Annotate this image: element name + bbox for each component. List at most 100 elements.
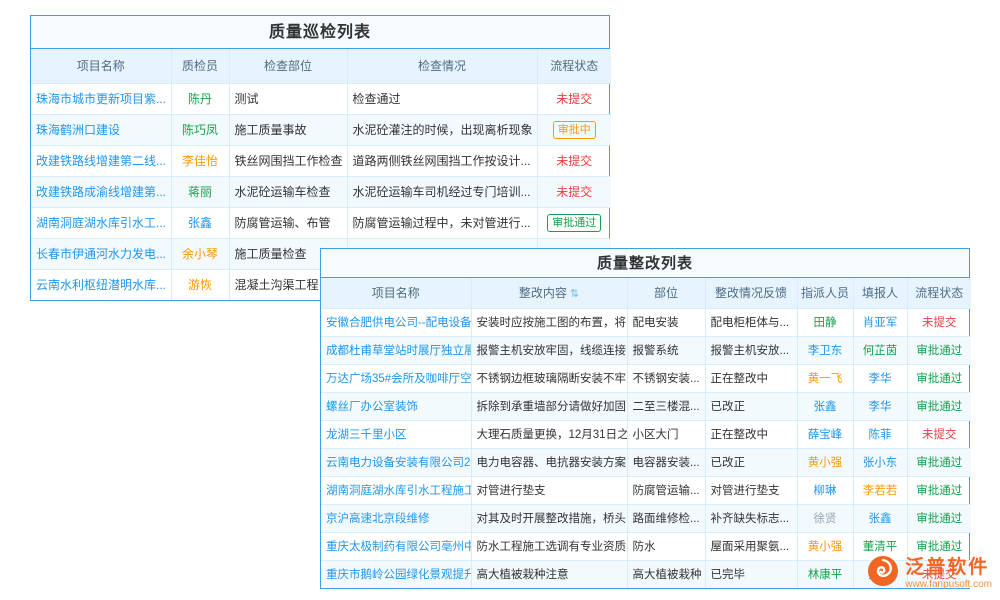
column-header[interactable]: 流程状态 xyxy=(907,278,971,308)
feedback-cell: 已完毕 xyxy=(705,560,797,588)
reporter-cell[interactable]: 张小东 xyxy=(853,448,907,476)
project-name-cell[interactable]: 湖南洞庭湖水库引水工程施工... xyxy=(321,476,471,504)
inspector-cell[interactable]: 陈丹 xyxy=(171,83,229,114)
assignee-cell[interactable]: 薛宝峰 xyxy=(797,420,853,448)
rectification-table-body: 安徽合肥供电公司--配电设备...安装时应按施工图的布置，将...配电安装配电柜… xyxy=(321,308,971,588)
inspector-cell[interactable]: 余小琴 xyxy=(171,238,229,269)
assignee-cell[interactable]: 黄小强 xyxy=(797,532,853,560)
screen: 质量巡检列表 项目名称质检员检查部位检查情况流程状态 珠海市城市更新项目紫...… xyxy=(0,0,1000,600)
project-name-cell[interactable]: 改建铁路线增建第二线... xyxy=(31,145,171,176)
project-name-cell[interactable]: 珠海鹤洲口建设 xyxy=(31,114,171,145)
reporter-cell[interactable]: 肖亚军 xyxy=(853,308,907,336)
project-name-cell[interactable]: 京沪高速北京段维修 xyxy=(321,504,471,532)
reporter-cell[interactable]: 张鑫 xyxy=(853,504,907,532)
project-name-cell[interactable]: 云南水利枢纽潜明水库... xyxy=(31,269,171,300)
reporter-cell[interactable]: 李若若 xyxy=(853,476,907,504)
assignee-cell[interactable]: 柳琳 xyxy=(797,476,853,504)
status-cell: 审批通过 xyxy=(907,364,971,392)
inspector-cell[interactable]: 张鑫 xyxy=(171,207,229,238)
part-cell: 二至三楼混... xyxy=(627,392,705,420)
inspector-cell[interactable]: 李佳怡 xyxy=(171,145,229,176)
feedback-cell: 屋面采用聚氨... xyxy=(705,532,797,560)
column-header[interactable]: 检查情况 xyxy=(347,49,537,83)
project-name-cell[interactable]: 珠海市城市更新项目紫... xyxy=(31,83,171,114)
assignee-cell[interactable]: 徐贤 xyxy=(797,504,853,532)
table-row: 湖南洞庭湖水库引水工...张鑫防腐管运输、布管防腐管运输过程中，未对管进行...… xyxy=(31,207,611,238)
rectify-content-cell: 不锈钢边框玻璃隔断安装不牢... xyxy=(471,364,627,392)
assignee-cell[interactable]: 张鑫 xyxy=(797,392,853,420)
part-cell: 防腐管运输... xyxy=(627,476,705,504)
assignee-cell[interactable]: 林康平 xyxy=(797,560,853,588)
check-part-cell: 防腐管运输、布管 xyxy=(229,207,347,238)
column-header-label: 检查情况 xyxy=(418,59,466,73)
project-name-cell[interactable]: 螺丝厂办公室装饰 xyxy=(321,392,471,420)
reporter-cell[interactable]: 陈菲 xyxy=(853,420,907,448)
status-cell: 审批中 xyxy=(537,114,611,145)
logo-url: www.fanpusoft.com xyxy=(905,579,992,591)
rectify-content-cell: 大理石质量更换，12月31日之... xyxy=(471,420,627,448)
column-header-label: 检查部位 xyxy=(264,59,312,73)
project-name-cell[interactable]: 改建铁路成渝线增建第... xyxy=(31,176,171,207)
assignee-cell[interactable]: 李卫东 xyxy=(797,336,853,364)
column-header[interactable]: 指派人员 xyxy=(797,278,853,308)
status-cell: 审批通过 xyxy=(907,392,971,420)
rectify-content-cell: 对管进行垫支 xyxy=(471,476,627,504)
status-cell: 未提交 xyxy=(907,420,971,448)
column-header-label: 项目名称 xyxy=(372,286,420,300)
column-header-label: 部位 xyxy=(654,286,678,300)
check-part-cell: 施工质量事故 xyxy=(229,114,347,145)
table-row: 龙湖三千里小区大理石质量更换，12月31日之...小区大门正在整改中薛宝峰陈菲未… xyxy=(321,420,971,448)
table-row: 京沪高速北京段维修对其及时开展整改措施，桥头...路面维修检...补齐缺失标志.… xyxy=(321,504,971,532)
column-header[interactable]: 整改情况反馈 xyxy=(705,278,797,308)
column-header[interactable]: 部位 xyxy=(627,278,705,308)
inspector-cell[interactable]: 陈巧凤 xyxy=(171,114,229,145)
check-part-cell: 水泥砼运输车检查 xyxy=(229,176,347,207)
part-cell: 不锈钢安装... xyxy=(627,364,705,392)
table-row: 改建铁路线增建第二线...李佳怡铁丝网围挡工作检查道路两侧铁丝网围挡工作按设计.… xyxy=(31,145,611,176)
reporter-cell[interactable]: 李华 xyxy=(853,392,907,420)
column-header-label: 质检员 xyxy=(182,59,218,73)
rectify-content-cell: 高大植被栽种注意 xyxy=(471,560,627,588)
column-header[interactable]: 整改内容⇅ xyxy=(471,278,627,308)
part-cell: 小区大门 xyxy=(627,420,705,448)
rectification-table: 项目名称 整改内容⇅ 部位 整改情况反馈指派人员填报人流程状态 安徽合肥供电公司--配… xyxy=(321,278,971,588)
table-row: 珠海鹤洲口建设陈巧凤施工质量事故水泥砼灌注的时候，出现离析现象审批中 xyxy=(31,114,611,145)
assignee-cell[interactable]: 田静 xyxy=(797,308,853,336)
table-row: 成都杜甫草堂站时展厅独立展...报警主机安放牢固，线缆连接...报警系统报警主机… xyxy=(321,336,971,364)
assignee-cell[interactable]: 黄一飞 xyxy=(797,364,853,392)
table-row: 安徽合肥供电公司--配电设备...安装时应按施工图的布置，将...配电安装配电柜… xyxy=(321,308,971,336)
fanpu-logo-icon xyxy=(867,555,899,592)
project-name-cell[interactable]: 重庆太极制药有限公司亳州中... xyxy=(321,532,471,560)
project-name-cell[interactable]: 湖南洞庭湖水库引水工... xyxy=(31,207,171,238)
assignee-cell[interactable]: 黄小强 xyxy=(797,448,853,476)
inspector-cell[interactable]: 蒋丽 xyxy=(171,176,229,207)
project-name-cell[interactable]: 长春市伊通河水力发电... xyxy=(31,238,171,269)
table-row: 湖南洞庭湖水库引水工程施工...对管进行垫支防腐管运输...对管进行垫支柳琳李若… xyxy=(321,476,971,504)
column-header[interactable]: 项目名称 xyxy=(321,278,471,308)
inspector-cell[interactable]: 游恢 xyxy=(171,269,229,300)
feedback-cell: 已改正 xyxy=(705,392,797,420)
column-header[interactable]: 流程状态 xyxy=(537,49,611,83)
rectify-content-cell: 电力电容器、电抗器安装方案... xyxy=(471,448,627,476)
column-header[interactable]: 检查部位 xyxy=(229,49,347,83)
column-header[interactable]: 填报人 xyxy=(853,278,907,308)
status-cell: 审批通过 xyxy=(537,207,611,238)
status-cell: 审批通过 xyxy=(907,476,971,504)
project-name-cell[interactable]: 成都杜甫草堂站时展厅独立展... xyxy=(321,336,471,364)
feedback-cell: 补齐缺失标志... xyxy=(705,504,797,532)
part-cell: 高大植被栽种 xyxy=(627,560,705,588)
column-header-label: 指派人员 xyxy=(801,286,849,300)
table-row: 改建铁路成渝线增建第...蒋丽水泥砼运输车检查水泥砼运输车司机经过专门培训...… xyxy=(31,176,611,207)
project-name-cell[interactable]: 安徽合肥供电公司--配电设备... xyxy=(321,308,471,336)
column-header[interactable]: 质检员 xyxy=(171,49,229,83)
reporter-cell[interactable]: 何芷茵 xyxy=(853,336,907,364)
sort-icon[interactable]: ⇅ xyxy=(570,288,579,300)
project-name-cell[interactable]: 龙湖三千里小区 xyxy=(321,420,471,448)
reporter-cell[interactable]: 李华 xyxy=(853,364,907,392)
rectify-content-cell: 安装时应按施工图的布置，将... xyxy=(471,308,627,336)
check-situation-cell: 水泥砼运输车司机经过专门培训... xyxy=(347,176,537,207)
project-name-cell[interactable]: 万达广场35#会所及咖啡厅空... xyxy=(321,364,471,392)
project-name-cell[interactable]: 重庆市鹅岭公园绿化景观提升... xyxy=(321,560,471,588)
column-header[interactable]: 项目名称 xyxy=(31,49,171,83)
project-name-cell[interactable]: 云南电力设备安装有限公司20... xyxy=(321,448,471,476)
